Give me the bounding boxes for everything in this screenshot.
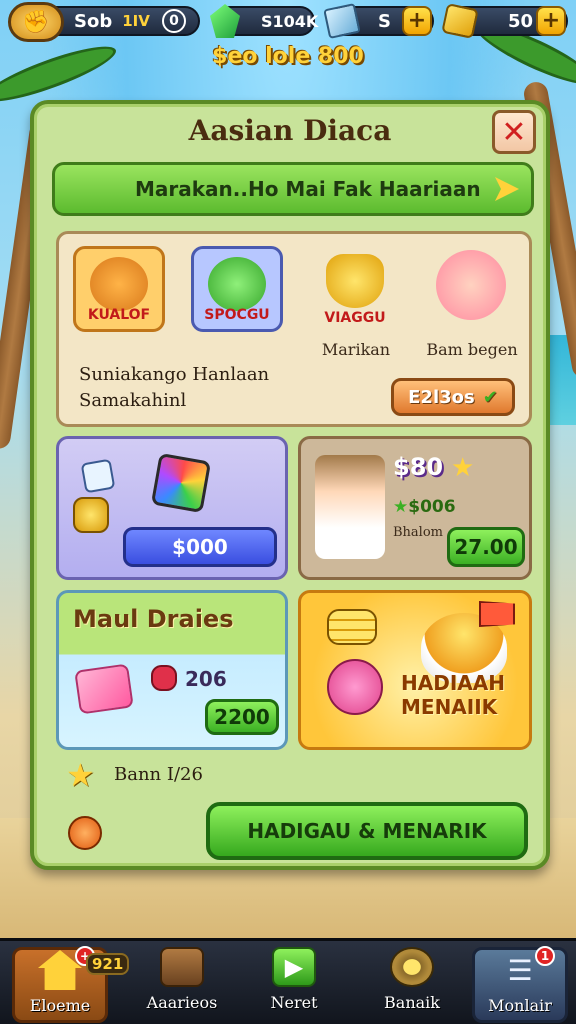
nav-label: Aaarieos	[146, 993, 218, 1012]
nav-label: Eloeme	[29, 996, 91, 1015]
bottom-nav: Eloeme + 921 Aaarieos ▶ Neret Banaik ☰ M…	[0, 938, 576, 1024]
play-icon: ▶	[272, 947, 316, 987]
character-badge: SPOCGU	[204, 307, 270, 323]
top-hud: Sob 1IV 0 ✊ S104K S + 50 +	[0, 0, 576, 48]
claim-button[interactable]: E2l3os ✔	[391, 378, 515, 416]
fruit-icon	[68, 816, 102, 850]
buy-hero-button[interactable]: 27.00	[447, 527, 525, 567]
buy-dice-button[interactable]: $000	[123, 527, 277, 567]
dice-offer-card[interactable]: $000	[56, 436, 288, 580]
nav-item-menu[interactable]: ☰ Monlair 1	[472, 946, 568, 1023]
arrow-right-icon	[495, 177, 519, 201]
monster-icon	[208, 257, 266, 311]
offer-price: $80	[393, 453, 444, 481]
flag-icon	[479, 601, 515, 627]
main-action-button[interactable]: HADIGAU & MENARIK	[206, 802, 528, 860]
gold-count: 50	[508, 10, 534, 32]
treasure-bowl-icon	[326, 254, 384, 308]
ruby-icon	[151, 665, 177, 691]
bonus-value: $006	[408, 497, 456, 517]
nav-label: Monlair	[488, 996, 552, 1015]
claim-button-label: E2l3os	[408, 386, 475, 408]
hud-subtitle: $eo lole 800	[212, 44, 364, 69]
dice-icon	[80, 458, 116, 494]
description-line: Suniakango Hanlaan	[79, 364, 270, 385]
footer-note: Bann I/26	[114, 764, 203, 785]
main-action-label: HADIGAU & MENARIK	[247, 819, 487, 843]
close-button[interactable]: ✕	[492, 110, 536, 154]
panel-title: Aasian Diaca	[188, 114, 392, 147]
offer-label: Bhalom	[393, 525, 443, 540]
reward-card[interactable]: HADIAAH MENAIIK	[298, 590, 532, 750]
gear-icon	[390, 947, 434, 987]
avatar-badge[interactable]: ✊	[8, 2, 64, 42]
level-badge: 921	[86, 953, 130, 975]
character-section: KUALOF SPOCGU VIAGGU Marikan Bam begen S…	[56, 231, 532, 427]
character-tile-kualof[interactable]: KUALOF	[73, 246, 165, 332]
hero-offer-card[interactable]: $80 ★ ★$006 Bhalom 27.00	[298, 436, 532, 580]
coin-icon	[73, 497, 109, 533]
player-level: 1IV	[122, 12, 150, 30]
chest-icon	[160, 947, 204, 987]
buy-deal-label: 2200	[214, 705, 270, 729]
buy-hero-label: 27.00	[454, 535, 518, 559]
banner-text: Marakan..Ho Mai Fak Haariaan	[135, 177, 481, 201]
gem-block-icon	[150, 452, 212, 514]
deal-title: Maul Draies	[73, 605, 234, 633]
buy-deal-button[interactable]: 2200	[205, 699, 279, 735]
info-banner[interactable]: Marakan..Ho Mai Fak Haariaan	[52, 162, 534, 216]
nav-item-play[interactable]: ▶ Neret	[246, 947, 342, 1023]
pink-creature-icon	[327, 659, 383, 715]
reward-line: MENAIIK	[401, 695, 498, 719]
character-label: Marikan	[321, 340, 391, 359]
reward-line: HADIAAH	[401, 671, 505, 695]
star-icon: ★	[451, 453, 475, 483]
character-tile-viaggu[interactable]: VIAGGU	[309, 246, 401, 332]
footer-star-icon: ★	[66, 756, 95, 794]
energy-count: 0	[162, 9, 186, 33]
shop-panel: Aasian Diaca ✕ Marakan..Ho Mai Fak Haari…	[30, 100, 550, 870]
character-tile-spocgu[interactable]: SPOCGU	[191, 246, 283, 332]
nav-label: Banaik	[384, 993, 440, 1012]
close-icon: ✕	[501, 114, 527, 150]
add-gold-button[interactable]: +	[536, 6, 566, 36]
explorer-girl-icon	[315, 455, 385, 559]
bonus-star-icon: ★	[393, 497, 409, 517]
character-badge: KUALOF	[87, 307, 151, 323]
avatar-icon: ✊	[22, 9, 50, 35]
deal-count: 206	[185, 667, 227, 691]
gold-icon	[441, 3, 479, 39]
add-boxes-button[interactable]: +	[402, 6, 432, 36]
boxes-count: S	[378, 10, 391, 32]
offer-bonus: ★$006	[393, 497, 456, 517]
character-tile-explorer[interactable]	[425, 246, 517, 332]
explorer-avatar-icon	[436, 250, 506, 320]
player-name: Sob	[74, 10, 113, 32]
reward-text: HADIAAH MENAIIK	[401, 671, 505, 719]
character-description: Suniakango Hanlaan Samakahinl	[79, 362, 269, 414]
character-badge: VIAGGU	[324, 310, 386, 326]
coin-stack-icon	[327, 609, 377, 645]
description-line: Samakahinl	[79, 390, 187, 411]
daily-deal-card[interactable]: Maul Draies 206 2200	[56, 590, 288, 750]
nav-item-chest[interactable]: Aaarieos	[134, 947, 230, 1023]
character-label: Bam begen	[426, 340, 518, 359]
notification-badge: 1	[535, 946, 555, 966]
bear-icon	[90, 257, 148, 311]
nav-item-settings[interactable]: Banaik	[364, 947, 460, 1023]
candy-box-icon	[74, 663, 134, 715]
gems-count: S104K	[261, 11, 319, 31]
checkmark-icon: ✔	[482, 386, 498, 408]
nav-label: Neret	[270, 993, 318, 1012]
buy-dice-label: $000	[172, 535, 228, 559]
